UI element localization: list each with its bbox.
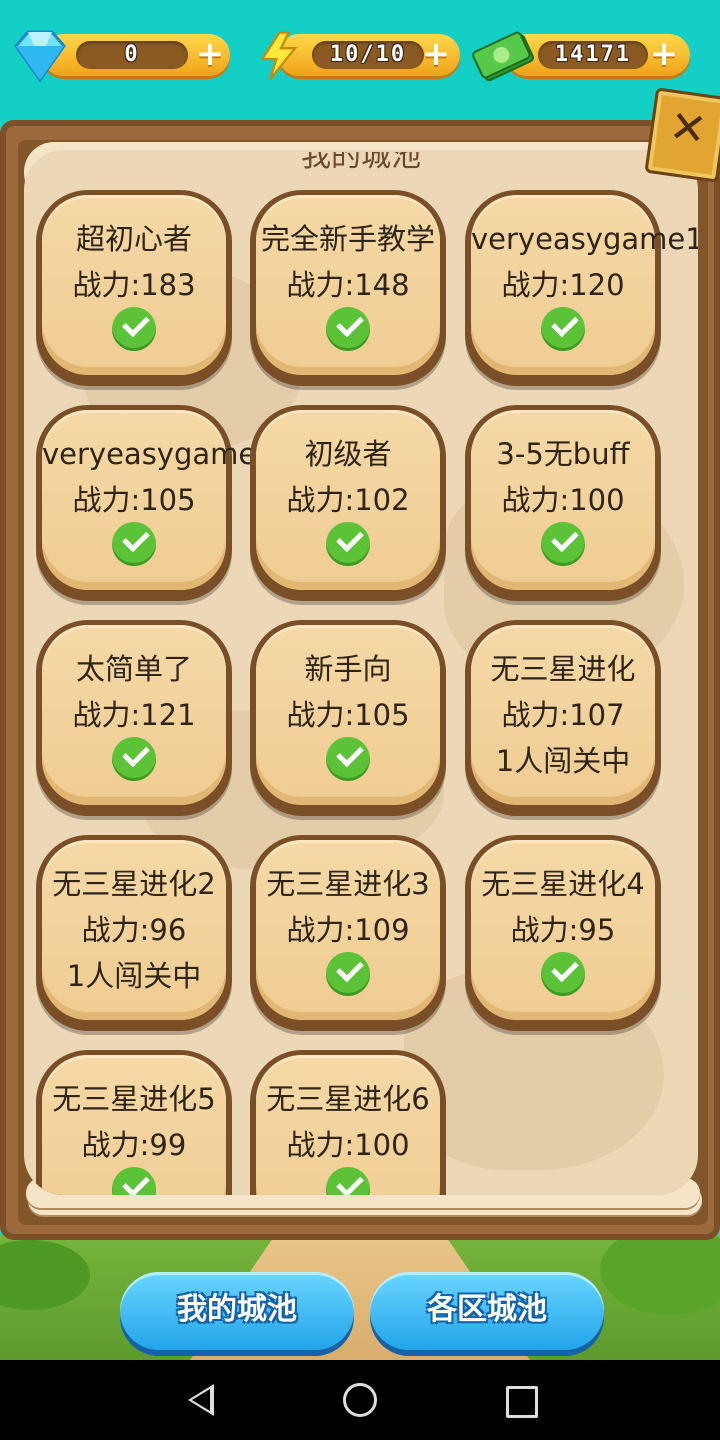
city-card[interactable]: 完全新手教学 战力:148 bbox=[250, 190, 446, 386]
city-name: 无三星进化4 bbox=[481, 867, 645, 901]
city-card[interactable]: 无三星进化2 战力:96 1人闯关中 bbox=[36, 835, 232, 1031]
city-card[interactable]: veryeasygame1 战力:120 bbox=[465, 190, 698, 386]
back-icon[interactable] bbox=[188, 1384, 214, 1416]
city-name: 完全新手教学 bbox=[260, 222, 435, 256]
check-icon bbox=[326, 522, 370, 566]
challenge-status: 1人闯关中 bbox=[66, 959, 202, 993]
city-name: 无三星进化3 bbox=[266, 867, 430, 901]
gems-value: 0 bbox=[76, 41, 188, 69]
check-icon bbox=[326, 1167, 370, 1195]
city-power: 战力:105 bbox=[72, 483, 196, 517]
city-card[interactable]: 超初心者 战力:183 bbox=[36, 190, 232, 386]
city-name: 初级者 bbox=[304, 437, 392, 471]
city-power: 战力:121 bbox=[72, 698, 196, 732]
add-gems-button[interactable]: + bbox=[194, 37, 226, 71]
cash-icon bbox=[472, 31, 535, 82]
home-icon[interactable] bbox=[343, 1383, 377, 1417]
city-card[interactable]: 无三星进化 战力:107 1人闯关中 bbox=[465, 620, 661, 816]
city-name: 3-5无buff bbox=[496, 437, 630, 471]
city-card[interactable]: 无三星进化6 战力:100 bbox=[250, 1050, 446, 1195]
city-name: 无三星进化6 bbox=[266, 1082, 430, 1116]
cash-value: 14171 bbox=[538, 41, 648, 69]
gems-counter: 0 + bbox=[8, 30, 230, 83]
check-icon bbox=[112, 307, 156, 351]
city-power: 战力:183 bbox=[72, 268, 196, 302]
cash-counter: 14171 + bbox=[472, 31, 692, 82]
challenge-status: 1人闯关中 bbox=[495, 744, 631, 778]
city-power: 战力:102 bbox=[286, 483, 410, 517]
city-card[interactable]: 无三星进化5 战力:99 bbox=[36, 1050, 232, 1195]
city-power: 战力:148 bbox=[286, 268, 410, 302]
city-name: 无三星进化 bbox=[490, 652, 636, 686]
check-icon bbox=[112, 522, 156, 566]
resource-bar: 0 + 10/10 + 14171 + bbox=[0, 0, 720, 120]
close-icon: ✕ bbox=[666, 100, 710, 157]
lightning-icon bbox=[260, 31, 298, 81]
city-power: 战力:109 bbox=[286, 913, 410, 947]
city-card[interactable]: veryeasygame2 战力:105 bbox=[36, 405, 275, 601]
add-energy-button[interactable]: + bbox=[420, 37, 452, 71]
energy-counter: 10/10 + bbox=[256, 31, 460, 81]
check-icon bbox=[326, 307, 370, 351]
check-icon bbox=[112, 737, 156, 781]
city-power: 战力:107 bbox=[501, 698, 625, 732]
page-title: 我的城池 bbox=[301, 152, 421, 174]
city-list-page[interactable]: 我的城池 超初心者 战力:183 完全新手教学 战力:148 veryeasyg… bbox=[24, 150, 698, 1195]
my-cities-button[interactable]: 我的城池 bbox=[120, 1272, 354, 1350]
add-cash-button[interactable]: + bbox=[648, 37, 680, 71]
city-name: 无三星进化2 bbox=[52, 867, 216, 901]
city-power: 战力:99 bbox=[81, 1128, 187, 1162]
recent-apps-icon[interactable] bbox=[506, 1386, 538, 1418]
city-power: 战力:95 bbox=[510, 913, 616, 947]
city-card[interactable]: 无三星进化4 战力:95 bbox=[465, 835, 661, 1031]
city-card[interactable]: 初级者 战力:102 bbox=[250, 405, 446, 601]
city-name: 超初心者 bbox=[75, 222, 192, 256]
city-name: 无三星进化5 bbox=[52, 1082, 216, 1116]
city-power: 战力:105 bbox=[286, 698, 410, 732]
city-name: veryeasygame2 bbox=[42, 437, 275, 471]
check-icon bbox=[541, 522, 585, 566]
city-power: 战力:96 bbox=[81, 913, 187, 947]
city-name: 太简单了 bbox=[75, 652, 192, 686]
diamond-icon bbox=[14, 30, 66, 83]
city-card[interactable]: 太简单了 战力:121 bbox=[36, 620, 232, 816]
close-button[interactable]: ✕ bbox=[644, 87, 720, 183]
city-power: 战力:100 bbox=[501, 483, 625, 517]
city-card[interactable]: 无三星进化3 战力:109 bbox=[250, 835, 446, 1031]
check-icon bbox=[541, 307, 585, 351]
city-power: 战力:100 bbox=[286, 1128, 410, 1162]
check-icon bbox=[326, 737, 370, 781]
city-name: veryeasygame1 bbox=[471, 222, 698, 256]
check-icon bbox=[112, 1167, 156, 1195]
city-name: 新手向 bbox=[304, 652, 392, 686]
city-card[interactable]: 3-5无buff 战力:100 bbox=[465, 405, 661, 601]
city-card[interactable]: 新手向 战力:105 bbox=[250, 620, 446, 816]
check-icon bbox=[541, 952, 585, 996]
all-cities-button[interactable]: 各区城池 bbox=[370, 1272, 604, 1350]
check-icon bbox=[326, 952, 370, 996]
city-power: 战力:120 bbox=[501, 268, 625, 302]
energy-value: 10/10 bbox=[312, 41, 424, 69]
